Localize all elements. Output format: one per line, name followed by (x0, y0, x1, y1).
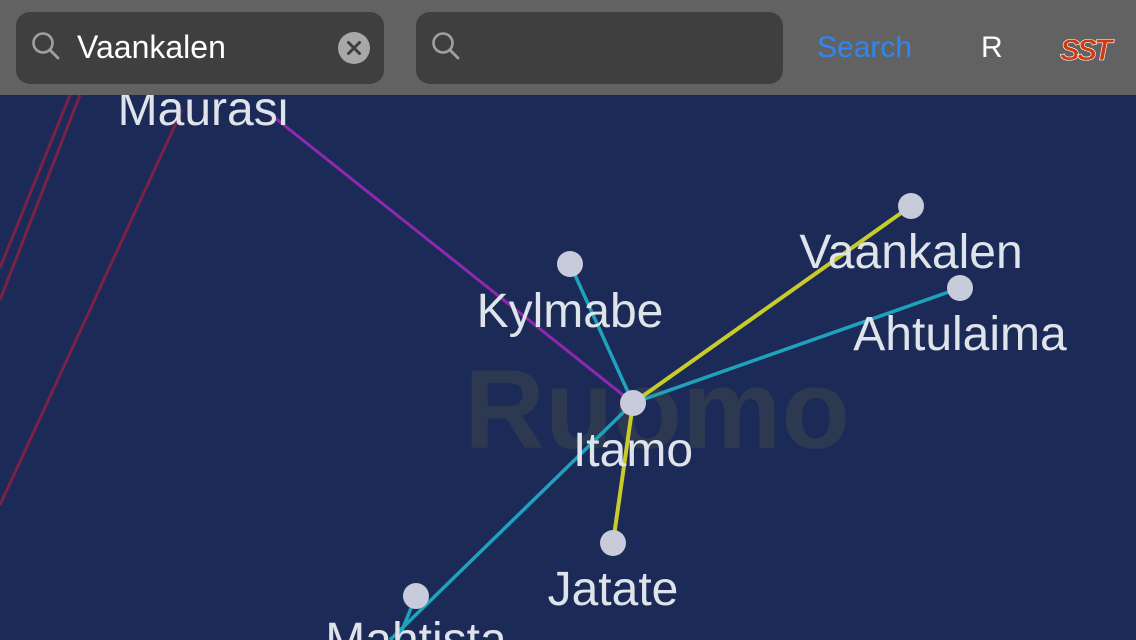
sst-logo-icon[interactable]: SST (1058, 27, 1118, 69)
red-route-line (0, 94, 82, 301)
clear-icon (347, 41, 361, 55)
from-search-field[interactable]: Vaankalen (16, 12, 384, 84)
station-label-itamo[interactable]: Itamo (573, 424, 693, 477)
from-search-value[interactable]: Vaankalen (77, 28, 226, 66)
search-icon (432, 32, 460, 60)
station-node-itamo[interactable] (620, 390, 646, 416)
route-map[interactable]: Ruomo Maurasi Kylmabe Vaankalen Ahtulaim… (0, 0, 1136, 640)
station-label-jatate[interactable]: Jatate (548, 563, 679, 616)
clear-search-button[interactable] (338, 32, 370, 64)
search-button[interactable]: Search (817, 30, 912, 66)
red-route-line (0, 109, 184, 506)
to-search-input[interactable] (476, 26, 770, 70)
station-label-vaankalen[interactable]: Vaankalen (799, 226, 1022, 279)
station-node-jatate[interactable] (600, 530, 626, 556)
station-node-vaankalen[interactable] (898, 193, 924, 219)
station-label-ahtulaima[interactable]: Ahtulaima (853, 308, 1067, 361)
station-node-mahtista[interactable] (403, 583, 429, 609)
red-route-lines (0, 94, 184, 506)
r-button[interactable]: R (981, 30, 1003, 66)
station-node-kylmabe[interactable] (557, 251, 583, 277)
search-icon (32, 32, 60, 60)
red-route-line (0, 94, 72, 269)
svg-text:SST: SST (1060, 34, 1115, 67)
station-label-mahtista[interactable]: Mahtista (325, 614, 507, 640)
top-toolbar: Vaankalen Search R SST (0, 0, 1136, 95)
to-search-field[interactable] (416, 12, 783, 84)
station-label-kylmabe[interactable]: Kylmabe (477, 285, 664, 338)
